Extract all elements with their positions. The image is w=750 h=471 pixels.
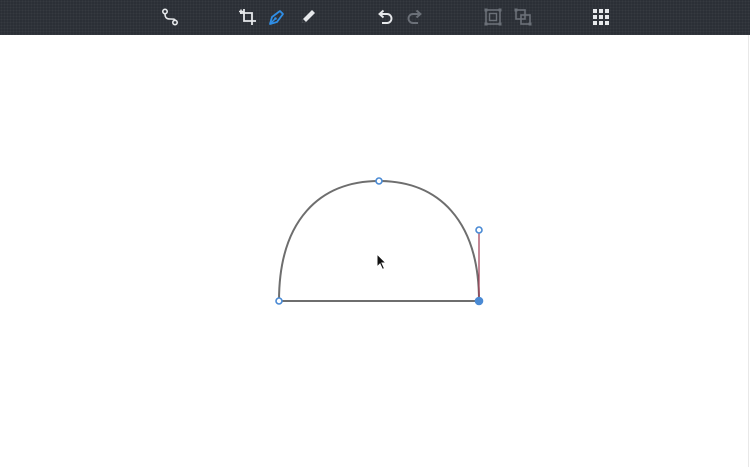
canvas-edge-divider (748, 35, 749, 467)
half-circle-path[interactable] (277, 179, 481, 302)
mouse-cursor-icon (376, 252, 388, 275)
redo-icon[interactable] (402, 4, 428, 30)
crop-icon[interactable] (235, 4, 261, 30)
anchor-point-left[interactable] (275, 297, 283, 305)
bezier-handle-point[interactable] (475, 226, 483, 234)
top-toolbar (0, 0, 750, 35)
pencil-icon[interactable] (295, 4, 321, 30)
canvas-svg[interactable] (0, 35, 750, 467)
drawing-canvas[interactable] (0, 35, 750, 467)
anchor-point-top[interactable] (375, 177, 383, 185)
pen-icon[interactable] (264, 4, 290, 30)
transform-box-icon[interactable] (510, 4, 536, 30)
anchor-point-right-selected[interactable] (474, 296, 484, 306)
path-nodes-icon[interactable] (157, 4, 183, 30)
bounding-box-icon[interactable] (480, 4, 506, 30)
grid-menu-icon[interactable] (588, 4, 614, 30)
undo-icon[interactable] (372, 4, 398, 30)
